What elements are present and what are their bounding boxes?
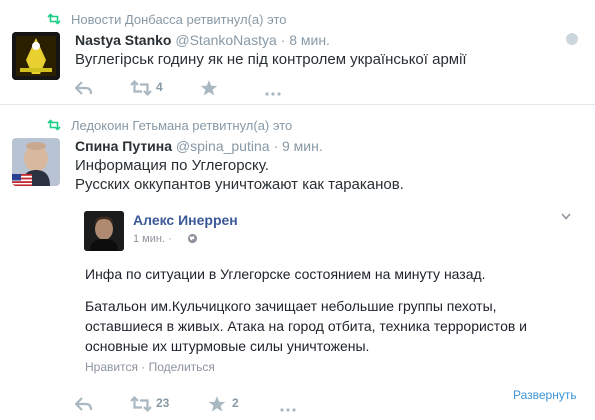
more-options-icon[interactable] [566,33,578,45]
favorite-count: 2 [232,396,239,410]
expand-link[interactable]: Развернуть [513,388,577,402]
like-link[interactable]: Нравится [85,360,138,374]
tweet-card[interactable]: Ледокоин Гетьмана ретвитнул(а) это Спина… [0,106,595,420]
quoted-author-name[interactable]: Алекс Инеррен [133,212,238,228]
retweet-icon[interactable] [130,78,152,98]
tweet-text-line: Русских оккупантов уничтожают как тарака… [75,176,404,193]
tweet-card[interactable]: Новости Донбасса ретвитнул(а) это Nastya… [0,0,595,105]
globe-icon [187,233,198,244]
retweeter-link[interactable]: Новости Донбасса ретвитнул(а) это [71,12,286,27]
retweet-icon [47,119,61,131]
avatar[interactable] [12,32,60,80]
tweet-timestamp[interactable]: 8 мин. [289,32,330,48]
quoted-actions: Нравится · Поделиться [85,360,215,374]
favorite-icon[interactable] [208,394,226,414]
quoted-paragraph-line: Батальон им.Кульчицкого зачищает небольш… [85,298,497,314]
quoted-time: 1 мин. · [133,233,172,245]
quoted-author-avatar[interactable] [84,211,124,251]
retweet-count: 4 [156,80,163,94]
retweet-icon[interactable] [130,394,152,414]
author-name[interactable]: Спина Путина [75,138,172,154]
embedded-post[interactable]: Алекс Инеррен 1 мин. · Инфа по ситуации … [75,202,578,380]
link-separator: · [141,360,146,374]
tweet-text: Вуглегірськ годину як не під контролем у… [75,51,467,68]
reply-icon[interactable] [75,78,93,98]
author-handle[interactable]: @StankoNastya [175,32,276,48]
retweet-icon [47,13,61,25]
flag-icon [12,174,32,186]
tweet-timestamp[interactable]: 9 мин. [282,138,323,154]
tweet-header: Nastya Stanko @StankoNastya · 8 мин. [75,32,330,48]
share-link[interactable]: Поделиться [149,360,215,374]
avatar-image [84,211,124,251]
author-name[interactable]: Nastya Stanko [75,32,171,48]
reply-icon[interactable] [75,394,93,414]
favorite-icon[interactable] [200,78,218,98]
more-icon[interactable] [280,400,296,420]
quoted-paragraph: Инфа по ситуации в Углегорске состоянием… [85,266,486,282]
header-separator: · [280,32,286,48]
header-separator: · [273,138,279,154]
retweet-count: 23 [156,396,170,410]
quoted-paragraph-line: оставшиеся в живых. Атака на город отбит… [85,318,527,334]
avatar[interactable] [12,138,60,186]
tweet-header: Спина Путина @spina_putina · 9 мин. [75,138,323,154]
retweeter-link[interactable]: Ледокоин Гетьмана ретвитнул(а) это [71,118,292,133]
author-handle[interactable]: @spina_putina [176,138,270,154]
more-icon[interactable] [265,84,281,104]
avatar-image [12,32,60,80]
tweet-text-line: Информация по Углегорску. [75,157,269,174]
quoted-paragraph-line: основные их штурмовые силы уничтожены. [85,338,370,354]
chevron-down-icon[interactable] [561,213,571,220]
